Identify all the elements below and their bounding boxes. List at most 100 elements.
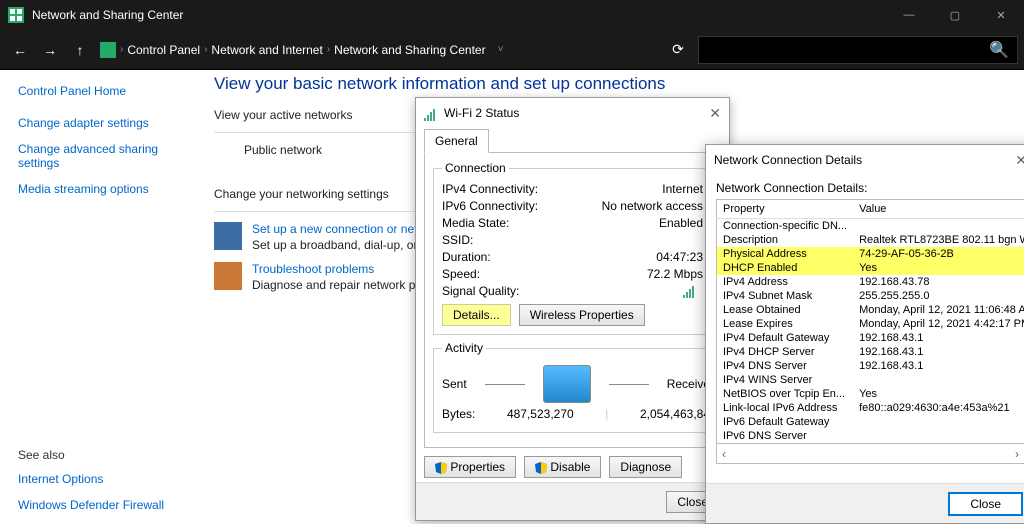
val-cell: 74-29-AF-05-36-2B	[853, 247, 1024, 261]
table-row[interactable]: Lease ObtainedMonday, April 12, 2021 11:…	[717, 303, 1024, 317]
signal-bars-icon	[683, 284, 697, 296]
prop-cell: IPv6 DNS Server	[717, 429, 854, 444]
activity-fieldset: Activity Sent Received Bytes: 487,523,27…	[433, 341, 726, 433]
val-cell: 192.168.43.1	[853, 359, 1024, 373]
seealso-internet[interactable]: Internet Options	[18, 472, 190, 486]
tab-general[interactable]: General	[424, 129, 489, 153]
diagnose-button[interactable]: Diagnose	[609, 456, 682, 478]
details-button[interactable]: Details...	[442, 304, 511, 326]
details-label: Network Connection Details:	[716, 181, 1024, 195]
horizontal-scrollbar[interactable]: ‹ ›	[716, 444, 1024, 464]
val-cell	[853, 429, 1024, 444]
conn-key: IPv6 Connectivity:	[442, 199, 538, 213]
connection-legend: Connection	[442, 161, 509, 175]
table-row[interactable]: Connection-specific DN...	[717, 219, 1024, 234]
bytes-label: Bytes:	[442, 407, 475, 421]
dialog-title: Network Connection Details	[714, 153, 862, 167]
sidebar-link-adapter[interactable]: Change adapter settings	[18, 116, 190, 130]
table-row[interactable]: IPv6 DNS Server	[717, 429, 1024, 444]
table-row[interactable]: DHCP EnabledYes	[717, 261, 1024, 275]
minimize-button[interactable]: —	[886, 0, 932, 30]
navbar: ← → ↑ › Control Panel › Network and Inte…	[0, 30, 1024, 70]
forward-button[interactable]: →	[36, 36, 64, 64]
table-row[interactable]: IPv4 DNS Server192.168.43.1	[717, 359, 1024, 373]
col-value[interactable]: Value	[853, 200, 1024, 219]
conn-val: Internet	[662, 182, 703, 196]
task-troubleshoot-link[interactable]: Troubleshoot problems	[252, 262, 442, 276]
conn-val: 04:47:23	[656, 250, 703, 264]
wireless-properties-button[interactable]: Wireless Properties	[519, 304, 645, 326]
prop-cell: NetBIOS over Tcpip En...	[717, 387, 854, 401]
prop-cell: IPv4 Subnet Mask	[717, 289, 854, 303]
col-property[interactable]: Property	[717, 200, 854, 219]
page-title: View your basic network information and …	[214, 74, 1024, 94]
close-button[interactable]: ✕	[978, 0, 1024, 30]
shield-icon	[435, 462, 447, 474]
search-icon: 🔍	[989, 40, 1009, 60]
up-button[interactable]: ↑	[66, 36, 94, 64]
sidebar-link-media[interactable]: Media streaming options	[18, 182, 190, 196]
table-row[interactable]: NetBIOS over Tcpip En...Yes	[717, 387, 1024, 401]
wifi-status-dialog: Wi-Fi 2 Status ✕ General Connection IPv4…	[415, 97, 730, 521]
breadcrumb-sep: ›	[327, 44, 330, 55]
prop-cell: IPv4 WINS Server	[717, 373, 854, 387]
val-cell	[853, 219, 1024, 234]
task-troubleshoot-desc: Diagnose and repair network proble	[252, 278, 442, 292]
connection-fieldset: Connection IPv4 Connectivity: Internet IPv…	[433, 161, 712, 335]
search-input[interactable]: 🔍	[698, 36, 1018, 64]
properties-button[interactable]: Properties	[424, 456, 516, 478]
divider	[609, 384, 649, 385]
scroll-right-icon[interactable]: ›	[1010, 447, 1024, 461]
details-table: Property Value Connection-specific DN...…	[716, 199, 1024, 444]
maximize-button[interactable]: ▢	[932, 0, 978, 30]
val-cell: 192.168.43.1	[853, 345, 1024, 359]
conn-key: Speed:	[442, 267, 480, 281]
table-row[interactable]: IPv4 Default Gateway192.168.43.1	[717, 331, 1024, 345]
scroll-left-icon[interactable]: ‹	[717, 447, 731, 461]
properties-label: Properties	[450, 460, 505, 474]
prop-cell: Link-local IPv6 Address	[717, 401, 854, 415]
crumb-1[interactable]: Network and Internet	[211, 43, 322, 57]
table-row[interactable]: Physical Address74-29-AF-05-36-2B	[717, 247, 1024, 261]
dialog-titlebar[interactable]: Network Connection Details ✕	[706, 145, 1024, 175]
activity-legend: Activity	[442, 341, 486, 355]
table-row[interactable]: IPv4 WINS Server	[717, 373, 1024, 387]
app-icon	[8, 7, 24, 23]
val-cell: 192.168.43.78	[853, 275, 1024, 289]
sidebar: Control Panel Home Change adapter settin…	[0, 70, 200, 524]
bytes-sent: 487,523,270	[507, 407, 574, 421]
conn-key: Duration:	[442, 250, 491, 264]
dialog-close-button[interactable]: ✕	[1015, 152, 1024, 169]
seealso-firewall[interactable]: Windows Defender Firewall	[18, 498, 190, 512]
back-button[interactable]: ←	[6, 36, 34, 64]
table-row[interactable]: IPv6 Default Gateway	[717, 415, 1024, 429]
val-cell	[853, 373, 1024, 387]
conn-key: IPv4 Connectivity:	[442, 182, 538, 196]
titlebar: Network and Sharing Center — ▢ ✕	[0, 0, 1024, 30]
details-close-button[interactable]: Close	[948, 492, 1023, 516]
val-cell: Monday, April 12, 2021 11:06:48 AM	[853, 303, 1024, 317]
window-title: Network and Sharing Center	[32, 8, 183, 22]
disable-button[interactable]: Disable	[524, 456, 601, 478]
table-row[interactable]: DescriptionRealtek RTL8723BE 802.11 bgn …	[717, 233, 1024, 247]
table-row[interactable]: IPv4 Subnet Mask255.255.255.0	[717, 289, 1024, 303]
dialog-titlebar[interactable]: Wi-Fi 2 Status ✕	[416, 98, 729, 128]
table-row[interactable]: IPv4 DHCP Server192.168.43.1	[717, 345, 1024, 359]
refresh-button[interactable]: ⟳	[664, 36, 692, 64]
prop-cell: IPv6 Default Gateway	[717, 415, 854, 429]
val-cell: Yes	[853, 387, 1024, 401]
table-row[interactable]: Lease ExpiresMonday, April 12, 2021 4:42…	[717, 317, 1024, 331]
crumb-2[interactable]: Network and Sharing Center	[334, 43, 485, 57]
dialog-close-button[interactable]: ✕	[709, 105, 721, 122]
val-cell: Yes	[853, 261, 1024, 275]
table-row[interactable]: Link-local IPv6 Addressfe80::a029:4630:a…	[717, 401, 1024, 415]
table-row[interactable]: IPv4 Address192.168.43.78	[717, 275, 1024, 289]
divider	[485, 384, 525, 385]
troubleshoot-icon	[214, 262, 242, 290]
signal-label: Signal Quality:	[442, 284, 519, 298]
sidebar-home[interactable]: Control Panel Home	[18, 84, 190, 98]
breadcrumb-dropdown[interactable]: ˅	[498, 44, 504, 55]
conn-key: Media State:	[442, 216, 509, 230]
sidebar-link-sharing[interactable]: Change advanced sharing settings	[18, 142, 190, 170]
crumb-0[interactable]: Control Panel	[127, 43, 200, 57]
